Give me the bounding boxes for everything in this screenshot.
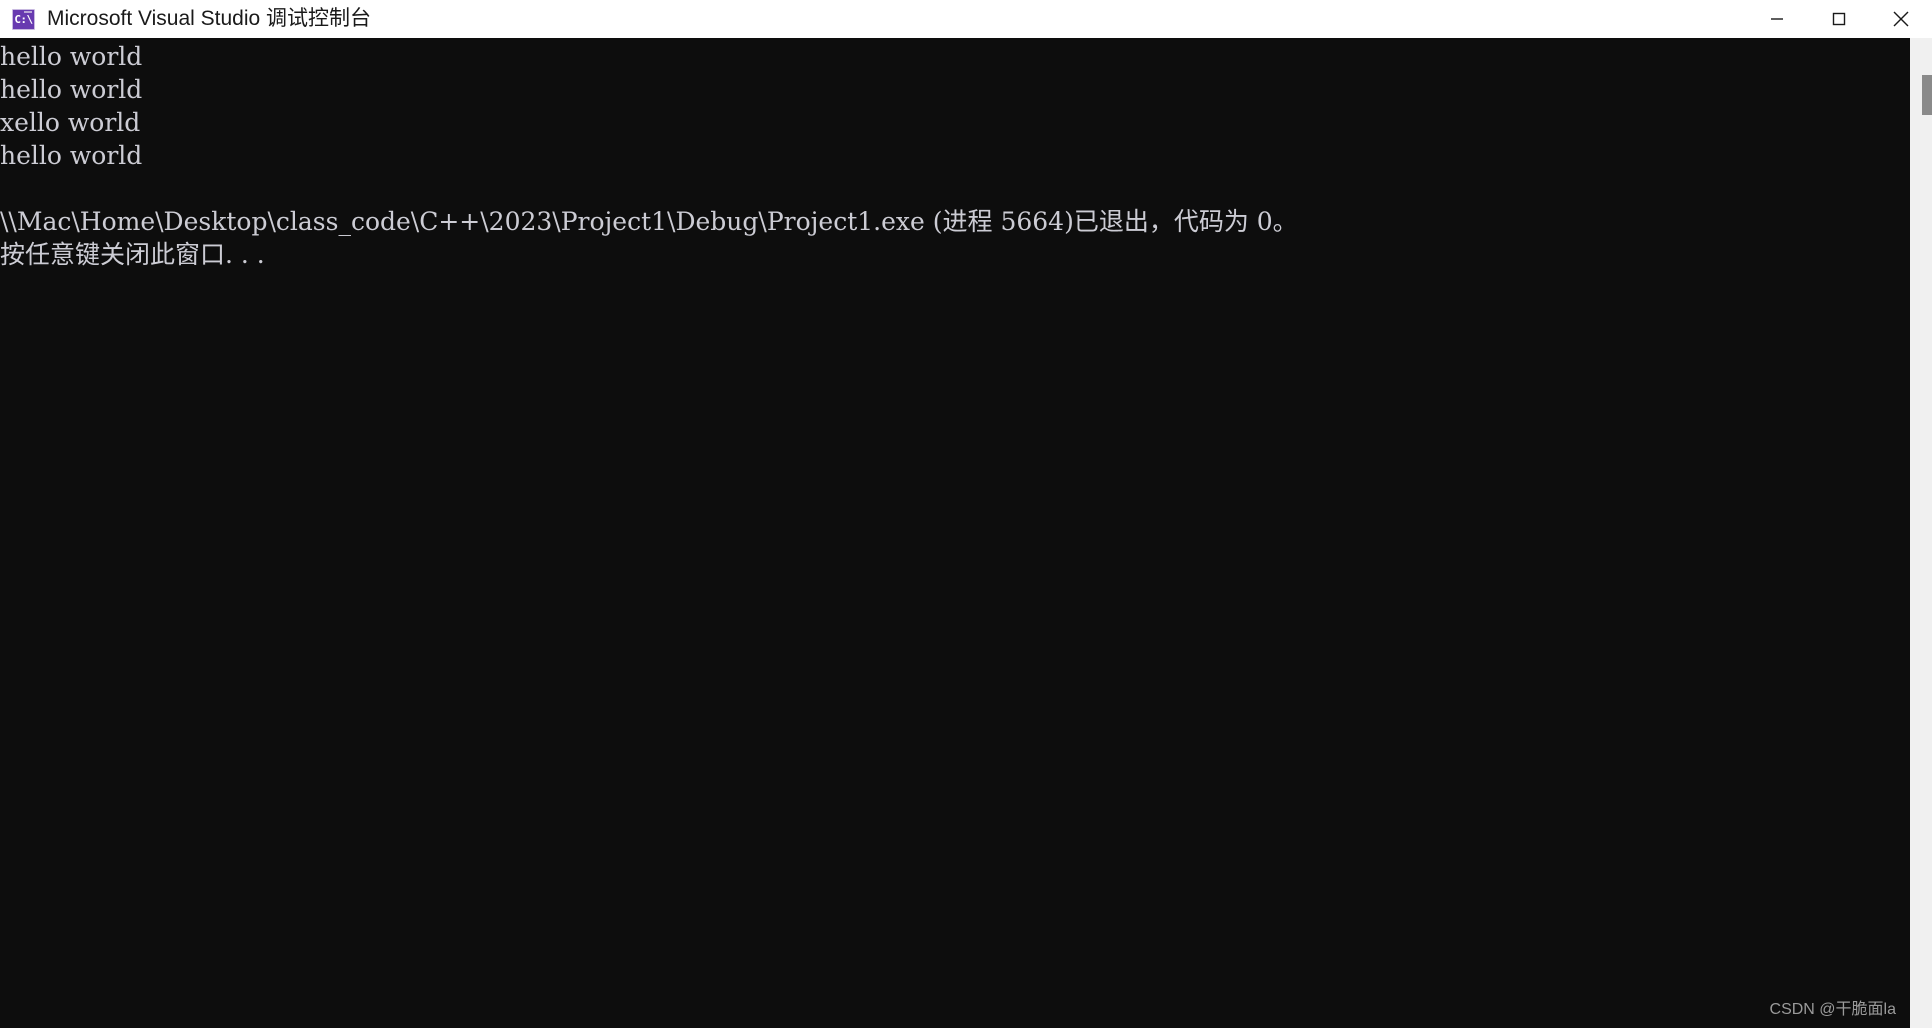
console-line: xello world [0, 108, 141, 137]
minimize-button[interactable] [1746, 0, 1808, 38]
close-icon [1893, 11, 1909, 27]
console-text: hello world hello world xello world hello w… [0, 40, 1298, 271]
scrollbar-thumb[interactable] [1922, 75, 1932, 115]
close-button[interactable] [1870, 0, 1932, 38]
title-bar[interactable]: C:\ Microsoft Visual Studio 调试控制台 [0, 0, 1932, 38]
console-icon-glyph: C:\ [14, 12, 33, 26]
window-controls [1746, 0, 1932, 38]
minimize-icon [1771, 18, 1783, 20]
watermark: CSDN @干脆面la [1769, 1001, 1896, 1018]
console-window: C:\ Microsoft Visual Studio 调试控制台 hello … [0, 0, 1932, 1028]
console-app-icon: C:\ [12, 8, 35, 30]
console-line: hello world [0, 42, 143, 71]
window-title: Microsoft Visual Studio 调试控制台 [47, 7, 372, 30]
console-line: hello world [0, 141, 143, 170]
maximize-icon [1832, 12, 1846, 26]
maximize-button[interactable] [1808, 0, 1870, 38]
vertical-scrollbar[interactable] [1910, 38, 1932, 1028]
console-output-area[interactable]: hello world hello world xello world hello w… [0, 38, 1932, 1028]
console-line: 按任意键关闭此窗口. . . [0, 240, 265, 269]
console-line: hello world [0, 75, 143, 104]
console-line: \\Mac\Home\Desktop\class_code\C++\2023\P… [0, 207, 1298, 236]
